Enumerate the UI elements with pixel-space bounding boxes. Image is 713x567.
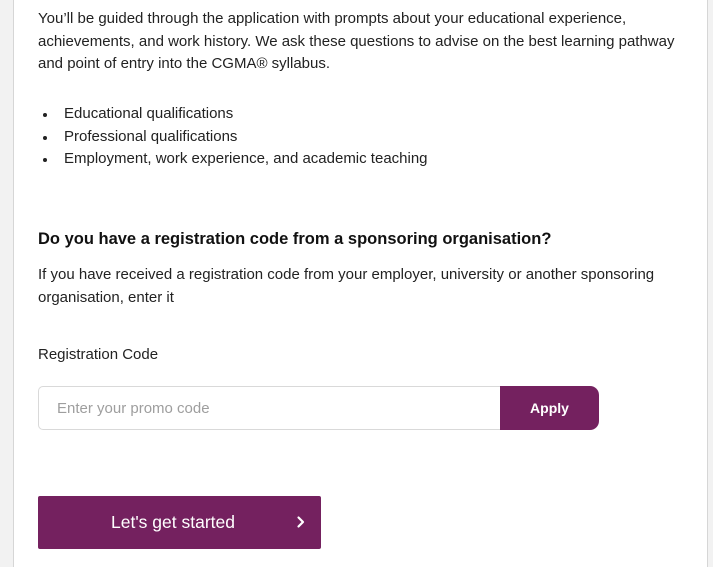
chevron-right-icon bbox=[297, 516, 305, 528]
registration-code-description: If you have received a registration code… bbox=[38, 266, 655, 306]
apply-button[interactable]: Apply bbox=[500, 386, 599, 430]
list-item-label: Employment, work experience, and academi… bbox=[64, 150, 428, 167]
list-item-label: Professional qualifications bbox=[64, 127, 238, 145]
bullet-icon bbox=[43, 158, 47, 162]
bullet-icon bbox=[43, 113, 47, 117]
registration-code-label: Registration Code bbox=[38, 346, 159, 363]
registration-code-heading: Do you have a registration code from a s… bbox=[38, 230, 552, 248]
get-started-button[interactable]: Let's get started bbox=[38, 496, 321, 549]
qualifications-list: Educational qualifications Professional … bbox=[38, 103, 658, 171]
application-intro-card: You’ll be guided through the application… bbox=[13, 0, 708, 567]
get-started-label: Let's get started bbox=[111, 512, 235, 532]
list-item: Professional qualifications bbox=[38, 126, 658, 149]
bullet-icon bbox=[43, 135, 47, 140]
promo-code-input[interactable] bbox=[38, 386, 500, 430]
list-item: Employment, work experience, and academi… bbox=[38, 148, 658, 171]
intro-text: You’ll be guided through the application… bbox=[38, 10, 675, 72]
list-item-label: Educational qualifications bbox=[64, 105, 234, 122]
promo-code-group: Apply bbox=[38, 386, 599, 430]
list-item: Educational qualifications bbox=[38, 103, 658, 126]
